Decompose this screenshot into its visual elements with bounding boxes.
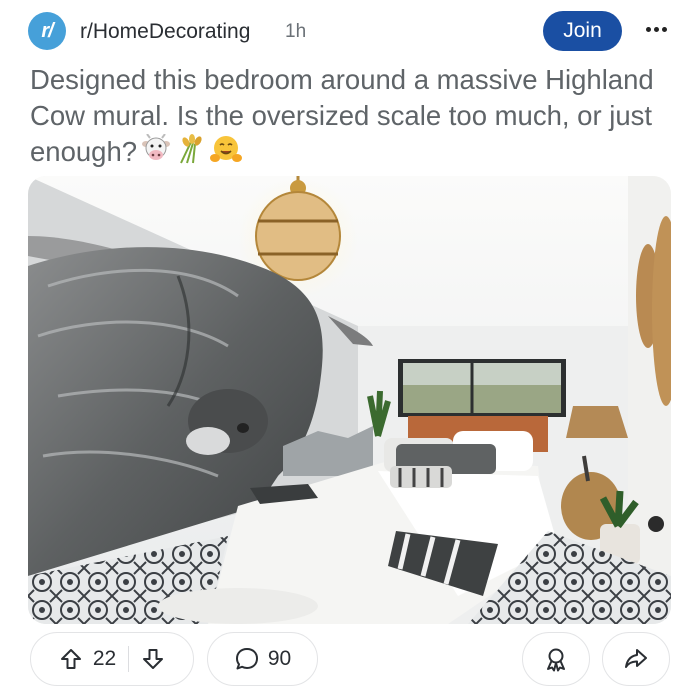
comment-bubble-icon — [234, 646, 260, 672]
vote-control: 22 — [30, 632, 194, 686]
subreddit-avatar-icon[interactable]: r/ — [28, 12, 66, 50]
cow-face-icon — [141, 133, 171, 173]
post-header: r/ r/HomeDecorating 1h Join — [28, 11, 672, 51]
vote-divider — [128, 646, 130, 672]
share-button[interactable] — [602, 632, 670, 686]
post-age: 1h — [285, 21, 307, 42]
more-options-icon[interactable] — [640, 15, 672, 43]
post-action-bar: 22 90 — [0, 632, 700, 688]
comment-count: 90 — [267, 647, 292, 670]
post-title-text: Designed this bedroom around a massive H… — [30, 64, 654, 167]
award-icon — [543, 646, 569, 672]
award-button[interactable] — [522, 632, 590, 686]
post-title[interactable]: Designed this bedroom around a massive H… — [30, 62, 680, 173]
upvote-arrow-icon[interactable] — [59, 647, 83, 671]
rice-sheaf-icon — [175, 134, 205, 173]
upvote-count: 22 — [92, 647, 117, 670]
join-button[interactable]: Join — [543, 11, 622, 51]
hugging-face-icon — [209, 134, 243, 173]
comments-button[interactable]: 90 — [207, 632, 318, 686]
downvote-arrow-icon[interactable] — [141, 647, 165, 671]
subreddit-name[interactable]: r/HomeDecorating — [80, 20, 250, 44]
post-image[interactable] — [28, 176, 671, 624]
share-icon — [623, 646, 649, 672]
